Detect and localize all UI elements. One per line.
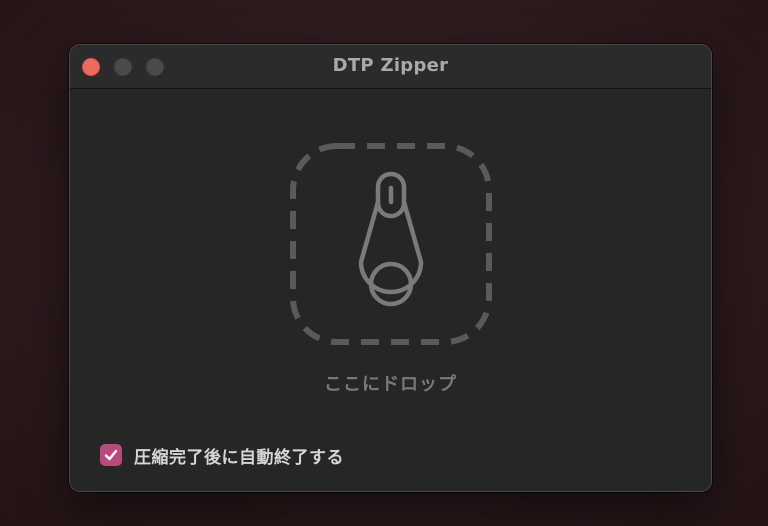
drop-zone[interactable] [289,142,493,346]
window-title: DTP Zipper [332,55,449,76]
title-bar[interactable]: DTP Zipper [70,45,711,89]
auto-quit-option[interactable]: 圧縮完了後に自動終了する [100,443,344,468]
drop-label: ここにドロップ [324,374,457,395]
drop-zone-border [290,143,492,345]
zipper-pull-icon [358,171,424,307]
auto-quit-checkbox[interactable] [100,444,122,466]
app-window: DTP Zipper ここにドロップ 圧縮完了後に自動終了する [69,44,712,492]
auto-quit-label[interactable]: 圧縮完了後に自動終了する [134,443,344,468]
checkmark-icon [104,449,118,461]
